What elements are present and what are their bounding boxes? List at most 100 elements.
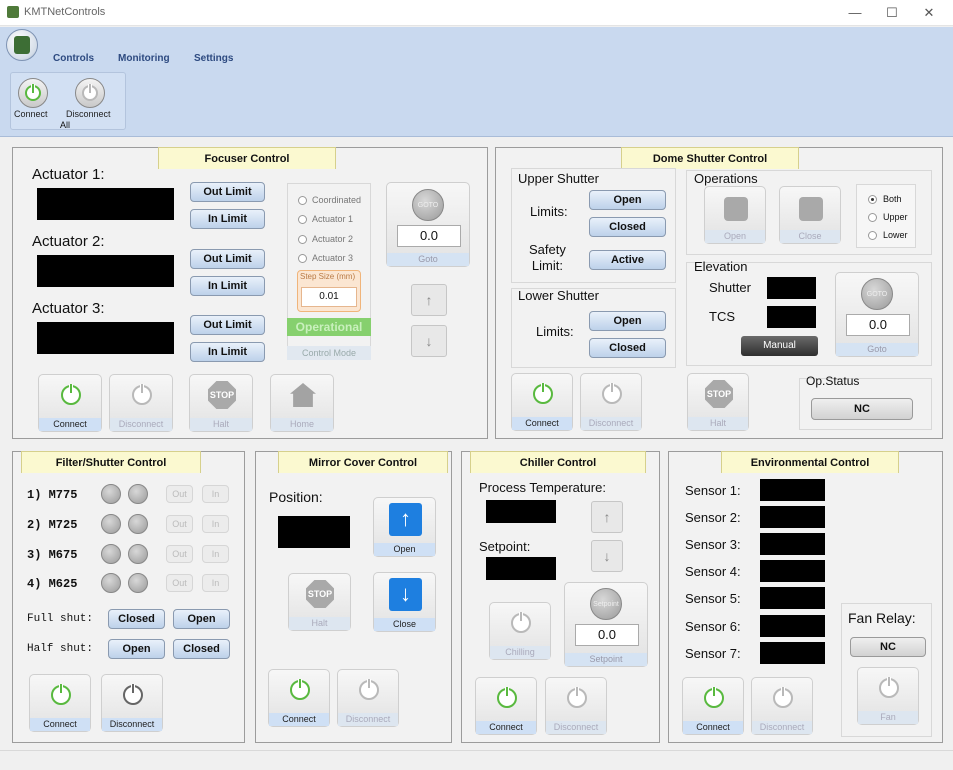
shutter-lower-radio[interactable] bbox=[868, 231, 877, 240]
full-shut-closed-button[interactable]: Closed bbox=[108, 609, 165, 629]
elev-tcs-label: TCS bbox=[709, 309, 735, 324]
actuator-1-out-limit[interactable]: Out Limit bbox=[190, 182, 265, 202]
filter-2-led-b bbox=[128, 514, 148, 534]
mirror-connect-button[interactable]: Connect bbox=[268, 669, 330, 727]
tab-settings[interactable]: Settings bbox=[194, 53, 233, 64]
chiller-up-button[interactable]: ↑ bbox=[591, 501, 623, 533]
step-size-input[interactable]: 0.01 bbox=[301, 287, 357, 307]
shutter-upper-radio[interactable] bbox=[868, 213, 877, 222]
elev-shutter-display bbox=[767, 277, 816, 299]
mode-coordinated-radio[interactable] bbox=[298, 196, 307, 205]
sensor-3-display bbox=[760, 533, 825, 555]
focuser-down-button[interactable]: ↓ bbox=[411, 325, 447, 357]
dome-connect-button[interactable]: Connect bbox=[511, 373, 573, 431]
chiller-down-button[interactable]: ↓ bbox=[591, 540, 623, 572]
actuator-3-out-limit[interactable]: Out Limit bbox=[190, 315, 265, 335]
filter-1-out-button[interactable]: Out bbox=[166, 485, 193, 503]
filter-1-in-button[interactable]: In bbox=[202, 485, 229, 503]
sensor-2-display bbox=[760, 506, 825, 528]
control-mode-label: Control Mode bbox=[287, 346, 371, 360]
position-label: Position: bbox=[269, 489, 323, 505]
focuser-disconnect-button[interactable]: Disconnect bbox=[109, 374, 173, 432]
stop-icon: STOP bbox=[306, 580, 334, 608]
chiller-disconnect-button[interactable]: Disconnect bbox=[545, 677, 607, 735]
filter-connect-label: Connect bbox=[30, 718, 90, 731]
actuator-2-in-limit[interactable]: In Limit bbox=[190, 276, 265, 296]
env-connect-button[interactable]: Connect bbox=[682, 677, 744, 735]
filter-3-out-button[interactable]: Out bbox=[166, 545, 193, 563]
chilling-button[interactable]: Chilling bbox=[489, 602, 551, 660]
focuser-home-button[interactable]: Home bbox=[270, 374, 334, 432]
close-button[interactable]: ✕ bbox=[912, 3, 946, 23]
filter-4-out-button[interactable]: Out bbox=[166, 574, 193, 592]
setpoint-input[interactable]: 0.0 bbox=[575, 624, 639, 646]
actuator-2-out-limit[interactable]: Out Limit bbox=[190, 249, 265, 269]
tab-monitoring[interactable]: Monitoring bbox=[118, 53, 170, 64]
dome-connect-label: Connect bbox=[512, 417, 572, 430]
manual-button[interactable]: Manual bbox=[741, 336, 818, 356]
lower-open-limit[interactable]: Open bbox=[589, 311, 666, 331]
filter-3-in-button[interactable]: In bbox=[202, 545, 229, 563]
mode-coordinated-label: Coordinated bbox=[312, 195, 362, 205]
full-shut-open-button[interactable]: Open bbox=[173, 609, 230, 629]
tab-controls[interactable]: Controls bbox=[53, 53, 94, 64]
operations-title: Operations bbox=[694, 171, 758, 186]
chiller-connect-button[interactable]: Connect bbox=[475, 677, 537, 735]
dome-close-button[interactable]: Close bbox=[779, 186, 841, 244]
upper-closed-limit[interactable]: Closed bbox=[589, 217, 666, 237]
half-shut-closed-button[interactable]: Closed bbox=[173, 639, 230, 659]
maximize-button[interactable]: ☐ bbox=[875, 3, 909, 23]
actuator-3-in-limit[interactable]: In Limit bbox=[190, 342, 265, 362]
env-disconnect-button[interactable]: Disconnect bbox=[751, 677, 813, 735]
mirror-open-button[interactable]: ↑ Open bbox=[373, 497, 436, 557]
ribbon-disconnect-button[interactable] bbox=[75, 78, 105, 108]
application-menu-button[interactable] bbox=[6, 29, 38, 61]
dome-goto-knob[interactable]: GOTO bbox=[861, 278, 893, 310]
safety-active-button[interactable]: Active bbox=[589, 250, 666, 270]
mode-actuator-2-radio[interactable] bbox=[298, 235, 307, 244]
mirror-close-button[interactable]: ↓ Close bbox=[373, 572, 436, 632]
mirror-halt-button[interactable]: STOP Halt bbox=[288, 573, 351, 631]
minimize-button[interactable]: — bbox=[838, 3, 872, 23]
full-shut-label: Full shut: bbox=[27, 613, 94, 625]
lower-closed-limit[interactable]: Closed bbox=[589, 338, 666, 358]
ribbon-disconnect-label: Disconnect bbox=[66, 109, 111, 119]
sensor-5-label: Sensor 5: bbox=[685, 591, 741, 606]
power-icon bbox=[61, 384, 81, 405]
filter-2-out-button[interactable]: Out bbox=[166, 515, 193, 533]
filter-disconnect-button[interactable]: Disconnect bbox=[101, 674, 163, 732]
sensor-4-display bbox=[760, 560, 825, 582]
dome-disconnect-button[interactable]: Disconnect bbox=[580, 373, 642, 431]
fan-button[interactable]: Fan bbox=[857, 667, 919, 725]
dome-open-button[interactable]: Open bbox=[704, 186, 766, 244]
mode-actuator-3-radio[interactable] bbox=[298, 254, 307, 263]
mode-actuator-1-radio[interactable] bbox=[298, 215, 307, 224]
power-icon bbox=[290, 679, 310, 700]
ribbon-connect-button[interactable] bbox=[18, 78, 48, 108]
focuser-halt-button[interactable]: STOP Halt bbox=[189, 374, 253, 432]
home-icon bbox=[290, 383, 316, 407]
setpoint-knob[interactable]: Setpoint bbox=[590, 588, 622, 620]
filter-connect-button[interactable]: Connect bbox=[29, 674, 91, 732]
focuser-goto-knob[interactable]: GOTO bbox=[412, 189, 444, 221]
sensor-6-label: Sensor 6: bbox=[685, 619, 741, 634]
chiller-connect-label: Connect bbox=[476, 721, 536, 734]
half-shut-open-button[interactable]: Open bbox=[108, 639, 165, 659]
focuser-up-button[interactable]: ↑ bbox=[411, 284, 447, 316]
arrow-down-icon: ↓ bbox=[389, 578, 422, 611]
shutter-both-radio[interactable] bbox=[868, 195, 877, 204]
focuser-goto-input[interactable]: 0.0 bbox=[397, 225, 461, 247]
focuser-connect-button[interactable]: Connect bbox=[38, 374, 102, 432]
sensor-5-display bbox=[760, 587, 825, 609]
dome-goto-input[interactable]: 0.0 bbox=[846, 314, 910, 336]
op-status-title: Op.Status bbox=[806, 374, 860, 388]
filter-2-in-button[interactable]: In bbox=[202, 515, 229, 533]
mirror-disconnect-button[interactable]: Disconnect bbox=[337, 669, 399, 727]
actuator-1-in-limit[interactable]: In Limit bbox=[190, 209, 265, 229]
dome-halt-button[interactable]: STOP Halt bbox=[687, 373, 749, 431]
upper-open-limit[interactable]: Open bbox=[589, 190, 666, 210]
ribbon-connect-label: Connect bbox=[14, 109, 48, 119]
arrow-up-icon: ↑ bbox=[389, 503, 422, 536]
filter-4-in-button[interactable]: In bbox=[202, 574, 229, 592]
filter-1-led-a bbox=[101, 484, 121, 504]
